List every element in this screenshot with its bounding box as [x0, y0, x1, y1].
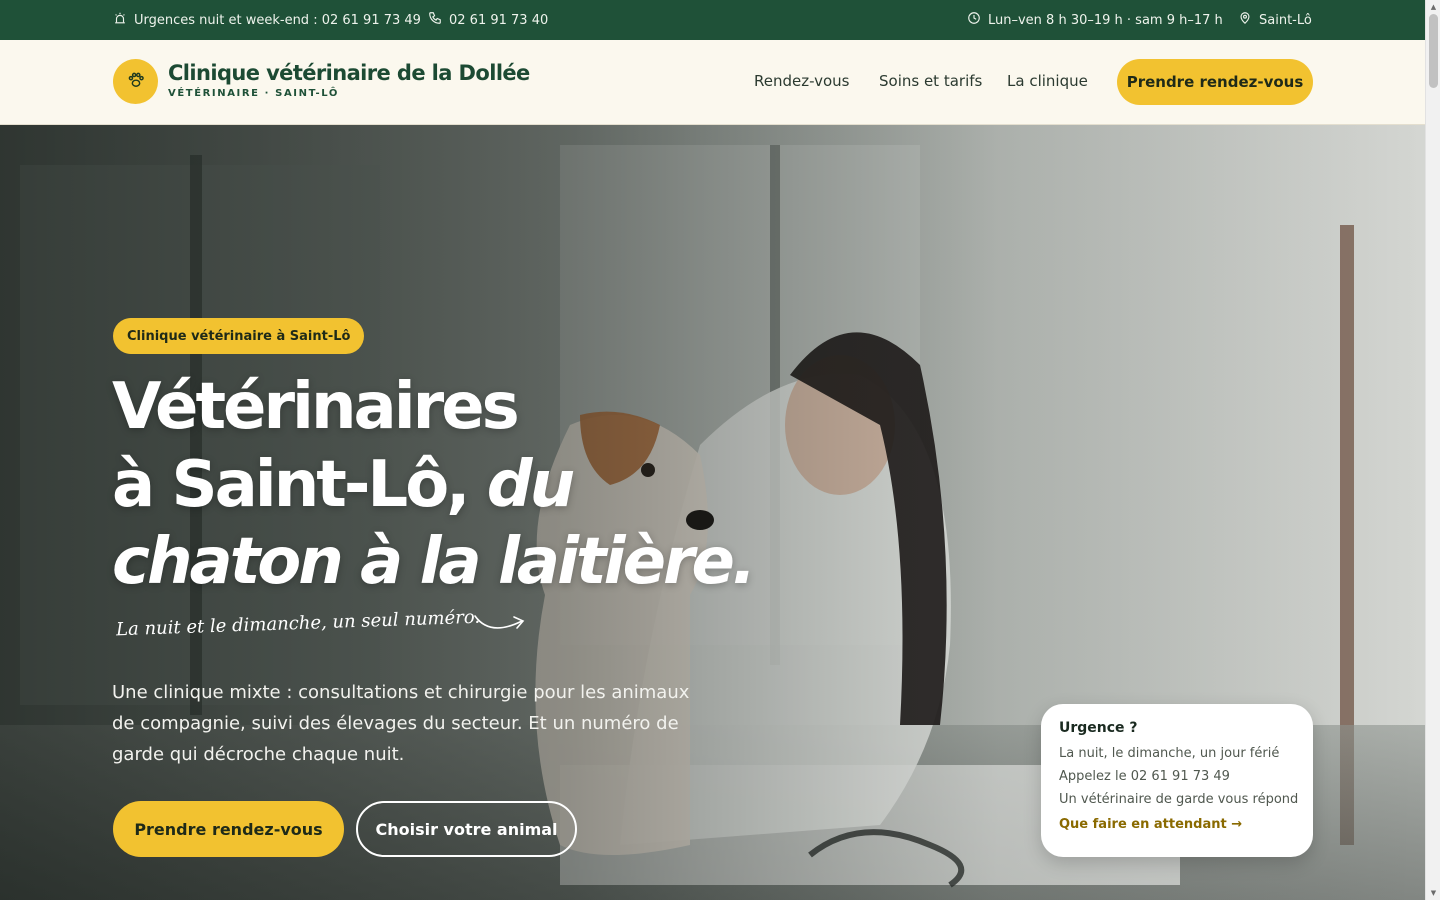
- scroll-down-arrow-icon[interactable]: ▼: [1429, 889, 1438, 897]
- site-header: Clinique vétérinaire de la Dollée VÉTÉRI…: [0, 40, 1425, 125]
- hero-headline-line2: à Saint-Lô, du: [112, 453, 575, 517]
- hero-tag: Clinique vétérinaire à Saint-Lô: [113, 318, 365, 354]
- hours-text: Lun–ven 8 h 30–19 h · sam 9 h–17 h: [988, 12, 1223, 28]
- arrow-doodle-icon: [474, 615, 525, 629]
- hero-appointment-button[interactable]: Prendre rendez-vous: [113, 801, 344, 857]
- choose-animal-button[interactable]: Choisir votre animal: [356, 801, 577, 857]
- nav-soins-tarifs[interactable]: Soins et tarifs: [879, 72, 982, 90]
- phone-text: 02 61 91 73 40: [449, 12, 549, 28]
- hero-headline-line3-italic: chaton à la laitière.: [112, 525, 756, 599]
- emergency-card-line2: Appelez le 02 61 91 73 49: [1059, 769, 1230, 784]
- nav-la-clinique[interactable]: La clinique: [1007, 72, 1088, 90]
- emergency-card-title: Urgence ?: [1059, 720, 1138, 736]
- location-info[interactable]: Saint-Lô: [1238, 0, 1312, 40]
- clock-icon: [967, 11, 981, 29]
- hours-info: Lun–ven 8 h 30–19 h · sam 9 h–17 h: [967, 0, 1223, 40]
- emergency-info[interactable]: Urgences nuit et week-end : 02 61 91 73 …: [113, 0, 421, 40]
- phone-info[interactable]: 02 61 91 73 40: [428, 0, 548, 40]
- hero-headline-line2-italic: du: [486, 448, 575, 522]
- emergency-text: Urgences nuit et week-end : 02 61 91 73 …: [134, 12, 421, 28]
- map-pin-icon: [1238, 11, 1252, 29]
- paw-icon: [125, 69, 147, 95]
- emergency-card: Urgence ? La nuit, le dimanche, un jour …: [1041, 704, 1313, 857]
- brand-subtitle: VÉTÉRINAIRE · SAINT-LÔ: [168, 88, 340, 99]
- siren-icon: [113, 11, 127, 29]
- hero-description: Une clinique mixte : consultations et ch…: [112, 682, 690, 765]
- hero-headline-line1: Vétérinaires: [112, 370, 520, 444]
- page-scrollbar[interactable]: ▲ ▼: [1425, 0, 1440, 900]
- hero-headline-line3: chaton à la laitière.: [112, 530, 756, 594]
- emergency-card-line1: La nuit, le dimanche, un jour férié: [1059, 746, 1280, 761]
- phone-icon: [428, 11, 442, 29]
- header-appointment-button[interactable]: Prendre rendez-vous: [1117, 59, 1313, 105]
- top-info-bar: Urgences nuit et week-end : 02 61 91 73 …: [0, 0, 1425, 40]
- location-text: Saint-Lô: [1259, 12, 1312, 28]
- hero-section: Clinique vétérinaire à Saint-Lô Vétérina…: [0, 125, 1425, 900]
- scrollbar-thumb[interactable]: [1429, 14, 1438, 88]
- emergency-card-link[interactable]: Que faire en attendant →: [1059, 817, 1295, 832]
- brand-name[interactable]: Clinique vétérinaire de la Dollée: [168, 61, 530, 85]
- hero-headline-line2-part1: à Saint-Lô,: [112, 448, 487, 522]
- logo[interactable]: [113, 59, 158, 104]
- nav-rendez-vous[interactable]: Rendez-vous: [754, 72, 850, 90]
- emergency-card-line3: Un vétérinaire de garde vous répond: [1059, 792, 1299, 807]
- scroll-up-arrow-icon[interactable]: ▲: [1429, 3, 1438, 11]
